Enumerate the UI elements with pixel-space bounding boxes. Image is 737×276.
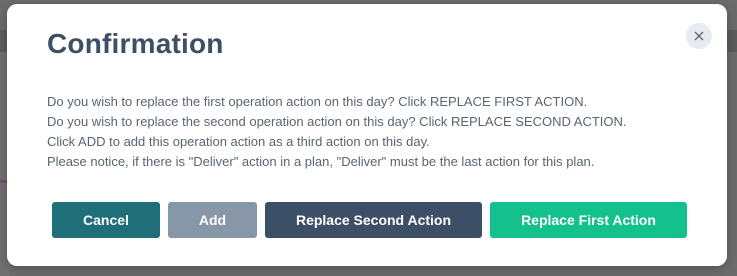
message-line: Click ADD to add this operation action a… bbox=[47, 134, 430, 149]
close-icon bbox=[694, 31, 704, 41]
close-button[interactable] bbox=[686, 23, 712, 49]
replace-second-action-button[interactable]: Replace Second Action bbox=[265, 202, 482, 238]
confirmation-dialog: Confirmation Do you wish to replace the … bbox=[7, 4, 727, 266]
dialog-message: Do you wish to replace the first operati… bbox=[47, 92, 707, 172]
dialog-title: Confirmation bbox=[47, 28, 224, 59]
cancel-button[interactable]: Cancel bbox=[52, 202, 160, 238]
message-line: Please notice, if there is "Deliver" act… bbox=[47, 154, 595, 169]
add-button[interactable]: Add bbox=[168, 202, 257, 238]
replace-first-action-button[interactable]: Replace First Action bbox=[490, 202, 687, 238]
message-line: Do you wish to replace the second operat… bbox=[47, 114, 627, 129]
message-line: Do you wish to replace the first operati… bbox=[47, 94, 588, 109]
